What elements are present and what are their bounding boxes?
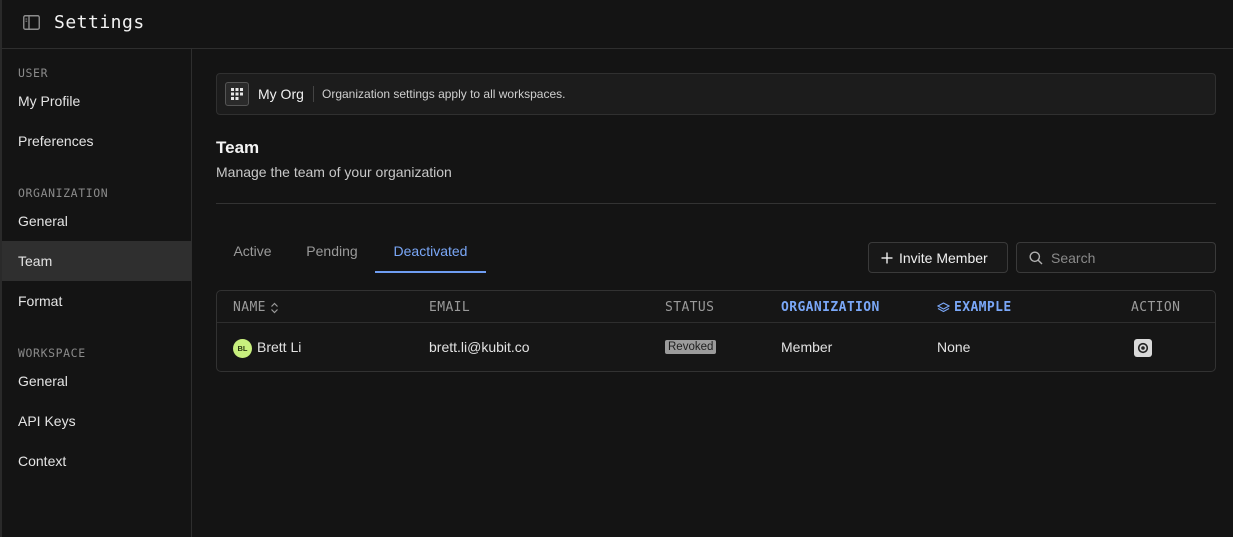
search-input[interactable] (1051, 248, 1206, 268)
invite-member-label: Invite Member (899, 249, 988, 266)
org-banner-divider (313, 86, 314, 102)
layers-icon (937, 302, 950, 313)
grid-icon (225, 82, 249, 106)
top-bar: Settings (0, 0, 1233, 49)
plus-icon (881, 252, 893, 263)
tab-deactivated[interactable]: Deactivated (375, 239, 486, 273)
sidebar-item-format[interactable]: Format (2, 281, 191, 321)
sidebar-section-user: USER (18, 66, 49, 80)
column-header-action: ACTION (1131, 300, 1181, 315)
sidebar-item-my-profile[interactable]: My Profile (2, 81, 191, 121)
member-email: brett.li@kubit.co (429, 339, 530, 355)
org-name: My Org (258, 86, 304, 102)
main-content: My Org Organization settings apply to al… (192, 49, 1233, 537)
page-title: Team (216, 138, 260, 157)
avatar: BL (233, 339, 252, 358)
column-header-name[interactable]: NAME (233, 300, 279, 315)
sidebar-item-api-keys[interactable]: API Keys (2, 401, 191, 441)
member-example-value: None (937, 339, 971, 355)
column-header-example-label: EXAMPLE (954, 300, 1012, 315)
column-header-organization: ORGANIZATION (781, 300, 880, 315)
section-divider (216, 203, 1216, 204)
sidebar-item-team[interactable]: Team (2, 241, 191, 281)
org-banner: My Org Organization settings apply to al… (216, 73, 1216, 115)
sort-icon[interactable] (270, 302, 279, 314)
member-tabs: Active Pending Deactivated (216, 239, 496, 273)
member-name: Brett Li (257, 339, 302, 355)
column-header-example: EXAMPLE (937, 300, 1012, 315)
sidebar-section-workspace: WORKSPACE (18, 346, 86, 360)
search-icon (1029, 251, 1043, 265)
sidebar-toggle-icon[interactable] (23, 15, 40, 30)
settings-sidebar: USER My Profile Preferences ORGANIZATION… (0, 49, 192, 537)
invite-member-button[interactable]: Invite Member (868, 242, 1008, 273)
sidebar-item-org-general[interactable]: General (2, 201, 191, 241)
sidebar-item-workspace-general[interactable]: General (2, 361, 191, 401)
column-header-status: STATUS (665, 300, 715, 315)
sidebar-item-context[interactable]: Context (2, 441, 191, 481)
row-action-button[interactable] (1134, 339, 1152, 357)
restore-icon (1137, 342, 1149, 354)
table-header: NAME EMAIL STATUS ORGANIZATION EXAMPLE A… (217, 291, 1215, 323)
sidebar-section-organization: ORGANIZATION (18, 186, 109, 200)
tab-pending[interactable]: Pending (296, 239, 368, 273)
page-subtitle: Manage the team of your organization (216, 164, 452, 180)
member-organization-role: Member (781, 339, 833, 355)
table-row: BL Brett Li brett.li@kubit.co Revoked Me… (217, 324, 1215, 371)
search-box (1016, 242, 1216, 273)
org-banner-note: Organization settings apply to all works… (322, 87, 566, 101)
tab-active[interactable]: Active (216, 239, 289, 273)
column-header-email: EMAIL (429, 300, 471, 315)
team-table: NAME EMAIL STATUS ORGANIZATION EXAMPLE A… (216, 290, 1216, 372)
page-header-title: Settings (54, 12, 145, 33)
status-badge: Revoked (665, 340, 717, 354)
column-header-name-label: NAME (233, 300, 266, 315)
sidebar-item-preferences[interactable]: Preferences (2, 121, 191, 161)
